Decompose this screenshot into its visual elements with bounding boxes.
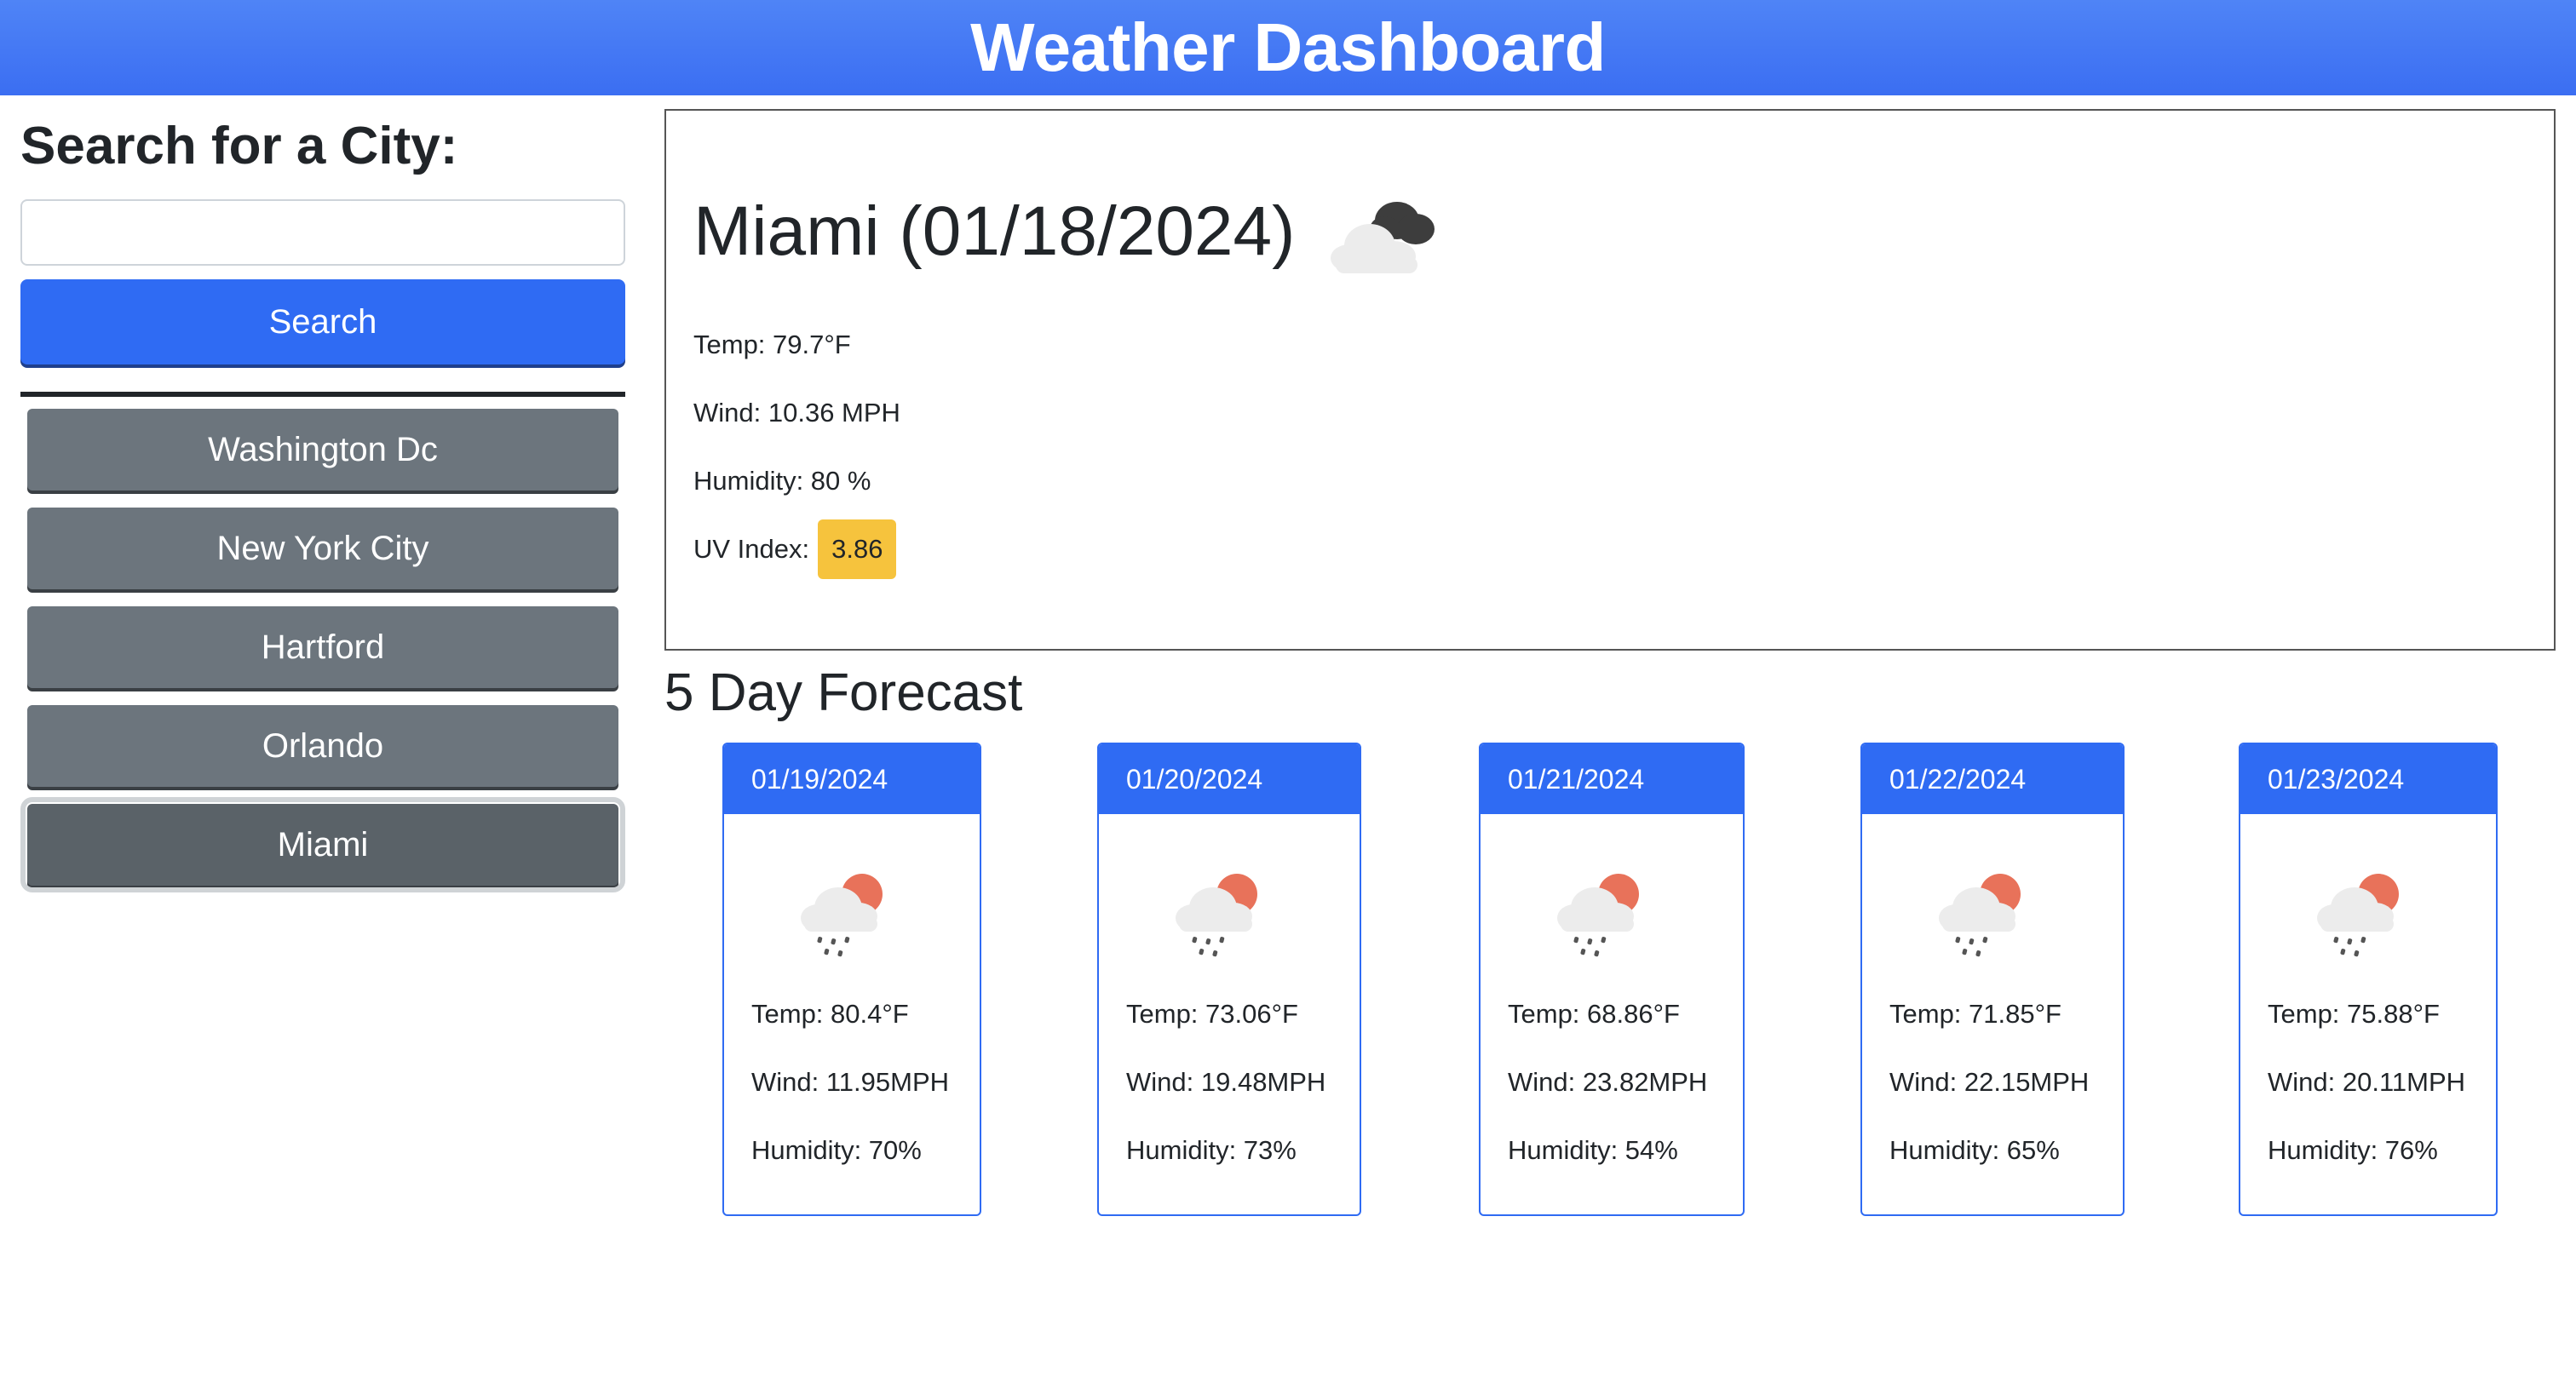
current-uv: UV Index: 3.86: [693, 519, 2527, 579]
forecast-card: 01/21/2024 Temp: 68.86°F Wind: 23.82MPH …: [1479, 743, 1745, 1216]
forecast-temp: Temp: 80.4°F: [751, 999, 909, 1029]
forecast-humidity: Humidity: 65%: [1889, 1135, 2060, 1165]
current-weather-header: Miami (01/18/2024): [693, 172, 2527, 291]
forecast-date: 01/21/2024: [1481, 744, 1743, 814]
uv-label: UV Index:: [693, 534, 810, 564]
rain-sun-icon: [1557, 874, 1639, 957]
current-temp: Temp: 79.7°F: [693, 330, 851, 359]
forecast-wind: Wind: 23.82MPH: [1508, 1067, 1708, 1097]
forecast-temp: Temp: 68.86°F: [1508, 999, 1680, 1029]
rain-sun-icon: [801, 874, 883, 957]
current-wind: Wind: 10.36 MPH: [693, 398, 900, 427]
history-city-button-active[interactable]: Miami: [20, 797, 625, 892]
city-search-input[interactable]: [20, 199, 625, 266]
history-city-button[interactable]: Orlando: [27, 705, 618, 787]
history-city-button[interactable]: Hartford: [27, 606, 618, 688]
history-city-button[interactable]: New York City: [27, 508, 618, 589]
forecast-temp: Temp: 73.06°F: [1126, 999, 1298, 1029]
search-heading: Search for a City:: [20, 117, 458, 175]
rain-sun-icon: [1176, 874, 1257, 957]
rain-sun-icon: [1939, 874, 2021, 957]
current-humidity: Humidity: 80 %: [693, 466, 871, 496]
cloudy-icon: [1331, 202, 1435, 273]
app-title: Weather Dashboard: [970, 9, 1606, 85]
forecast-wind: Wind: 11.95MPH: [751, 1067, 950, 1097]
forecast-wind: Wind: 22.15MPH: [1889, 1067, 2090, 1097]
forecast-date: 01/20/2024: [1099, 744, 1360, 814]
sidebar: Search for a City: Search Washington Dc …: [20, 95, 625, 903]
forecast-date: 01/22/2024: [1862, 744, 2123, 814]
forecast-date: 01/23/2024: [2240, 744, 2496, 814]
forecast-wind: Wind: 20.11MPH: [2268, 1067, 2466, 1097]
forecast-humidity: Humidity: 73%: [1126, 1135, 1297, 1165]
forecast-date: 01/19/2024: [724, 744, 980, 814]
forecast-card: 01/22/2024 Temp: 71.85°F Wind: 22.15MPH …: [1860, 743, 2125, 1216]
search-history-list: Washington Dc New York City Hartford Orl…: [20, 409, 625, 892]
forecast-wind: Wind: 19.48MPH: [1126, 1067, 1326, 1097]
forecast-temp: Temp: 71.85°F: [1889, 999, 2061, 1029]
forecast-card: 01/23/2024 Temp: 75.88°F Wind: 20.11MPH …: [2239, 743, 2498, 1216]
forecast-temp: Temp: 75.88°F: [2268, 999, 2440, 1029]
forecast-title: 5 Day Forecast: [664, 663, 1023, 722]
search-button[interactable]: Search: [20, 279, 625, 364]
forecast-humidity: Humidity: 76%: [2268, 1135, 2438, 1165]
uv-index-badge: 3.86: [818, 519, 897, 579]
rain-sun-icon: [2317, 874, 2399, 957]
sidebar-divider: [20, 392, 625, 397]
forecast-card: 01/19/2024 Temp: 80.4°F Wind: 11.95MPH H…: [722, 743, 981, 1216]
app-header: Weather Dashboard: [0, 0, 2576, 95]
current-weather-panel: Miami (01/18/2024) Temp: 79.7°F Wind: 10…: [664, 109, 2556, 651]
forecast-humidity: Humidity: 54%: [1508, 1135, 1678, 1165]
forecast-humidity: Humidity: 70%: [751, 1135, 922, 1165]
forecast-card: 01/20/2024 Temp: 73.06°F Wind: 19.48MPH …: [1097, 743, 1361, 1216]
history-city-button[interactable]: Washington Dc: [27, 409, 618, 491]
current-city-date: Miami (01/18/2024): [693, 192, 1296, 270]
